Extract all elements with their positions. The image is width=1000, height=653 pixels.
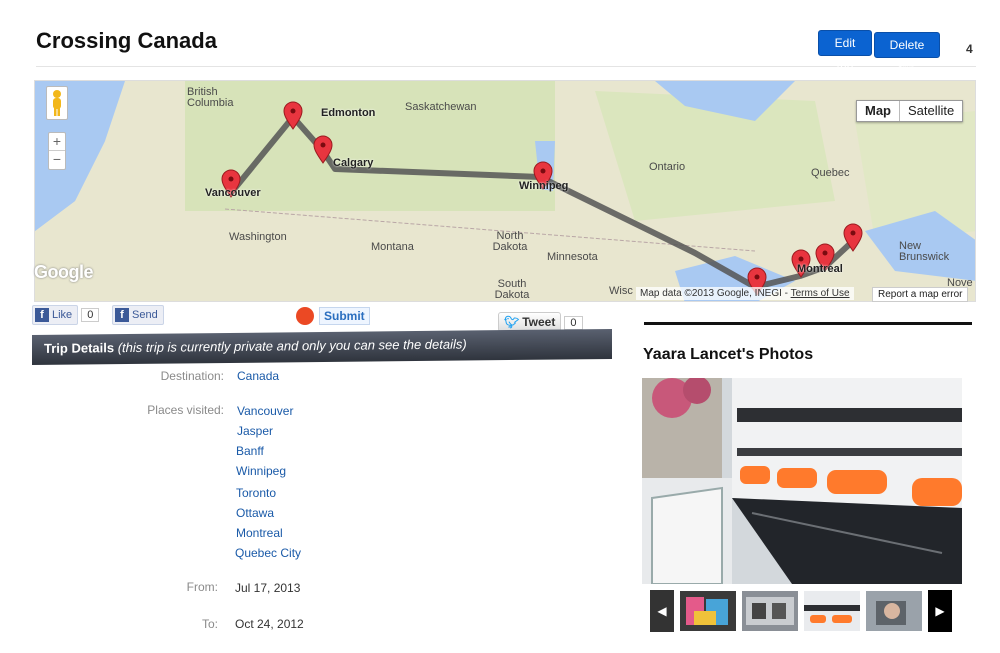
place-link[interactable]: Toronto (236, 486, 276, 500)
destination-value[interactable]: Canada (237, 369, 279, 383)
street-view-pegman[interactable] (46, 86, 68, 120)
from-label: From: (186, 580, 218, 594)
map-label-montreal: Montreal (797, 263, 843, 275)
title-divider (36, 66, 976, 67)
map-label-calgary: Calgary (333, 157, 374, 169)
edit-trip-button[interactable]: Edit trip (818, 30, 872, 74)
map-attribution-text: Map data ©2013 Google, INEGI - (640, 288, 791, 299)
submit-label: Submit (319, 307, 370, 325)
facebook-send-button[interactable]: f Send (112, 305, 164, 325)
facebook-send: f Send (112, 305, 164, 325)
main-photo[interactable] (642, 378, 962, 584)
place-link[interactable]: Montreal (236, 526, 283, 540)
zoom-out-button[interactable]: − (49, 151, 65, 168)
thumbnail[interactable] (680, 591, 736, 631)
map-label-north-dakota: North Dakota (492, 230, 528, 253)
cruise-ship-photo (642, 378, 962, 584)
map-label-vancouver: Vancouver (205, 187, 261, 199)
map-label-quebec: Quebec (811, 167, 850, 179)
thumbnail[interactable] (804, 591, 860, 631)
destination-label: Destination: (160, 369, 224, 383)
map-label-saskatchewan: Saskatchewan (405, 101, 477, 113)
zoom-control: + − (48, 132, 66, 170)
map-type-map[interactable]: Map (857, 101, 900, 121)
place-link[interactable]: Vancouver (237, 404, 293, 418)
map-label-british-columbia: British Columbia (187, 86, 234, 109)
report-map-error-link[interactable]: Report a map error (872, 287, 969, 302)
photo-thumbnails: ◀ ▶ (650, 590, 952, 632)
place-link[interactable]: Jasper (237, 424, 273, 438)
map-type-satellite[interactable]: Satellite (900, 101, 962, 121)
next-photo-button[interactable]: ▶ (928, 590, 952, 632)
to-date: Oct 24, 2012 (235, 617, 304, 631)
twitter-bird-icon: 🐦︎ (504, 315, 520, 329)
thumbnail[interactable] (742, 591, 798, 631)
map-label-south-dakota: South Dakota (494, 278, 530, 301)
send-label: Send (132, 309, 158, 321)
tweet-label: Tweet (522, 315, 556, 329)
place-link[interactable]: Quebec City (235, 546, 301, 560)
map-label-wisc: Wisc (609, 285, 633, 297)
place-link[interactable]: Winnipeg (236, 464, 286, 478)
facebook-icon: f (115, 308, 129, 322)
page-title: Crossing Canada (36, 28, 217, 53)
google-logo: Google (34, 262, 94, 282)
prev-photo-button[interactable]: ◀ (650, 590, 674, 632)
places-visited-label: Places visited: (147, 403, 224, 417)
stumbleupon-submit-button[interactable]: Submit (296, 307, 370, 325)
map-label-montana: Montana (371, 241, 414, 253)
trip-map[interactable]: British Columbia Edmonton Saskatchewan C… (34, 80, 976, 302)
facebook-icon: f (35, 308, 49, 322)
map-label-new-brunswick: New Brunswick (899, 240, 950, 263)
tweet-count: 0 (564, 316, 583, 330)
zoom-in-button[interactable]: + (49, 133, 65, 151)
chevron-right-icon: ▶ (935, 604, 945, 618)
thumbnail[interactable] (866, 591, 922, 631)
photos-title: Yaara Lancet's Photos (643, 346, 814, 363)
stumbleupon-icon (296, 307, 314, 325)
like-label: Like (52, 309, 73, 321)
map-attribution: Map data ©2013 Google, INEGI - Terms of … (636, 287, 854, 300)
map-label-winnipeg: Winnipeg (519, 180, 569, 192)
map-label-edmonton: Edmonton (321, 107, 376, 119)
from-date: Jul 17, 2013 (235, 581, 301, 595)
stumbleupon-submit: Submit (296, 307, 370, 327)
photos-divider (644, 322, 972, 325)
place-link[interactable]: Banff (236, 444, 264, 458)
corner-mark: 4 (966, 42, 973, 56)
trip-details-title: Trip Details (44, 340, 115, 356)
terms-of-use-link[interactable]: Terms of Use (791, 288, 850, 299)
delete-trip-button[interactable]: Delete trip (874, 32, 940, 76)
map-label-ontario: Ontario (649, 161, 686, 173)
place-link[interactable]: Ottawa (236, 506, 274, 520)
pegman-icon (53, 90, 61, 116)
like-count: 0 (81, 308, 100, 322)
to-label: To: (201, 617, 218, 631)
trip-details-header: Trip Details (this trip is currently pri… (32, 328, 612, 366)
chevron-left-icon: ◀ (657, 604, 667, 618)
map-label-washington: Washington (229, 231, 287, 243)
trip-details-note: (this trip is currently private and only… (117, 336, 467, 356)
facebook-like: f Like 0 (32, 305, 100, 325)
map-label-minnesota: Minnesota (547, 251, 598, 263)
map-type-control: Map Satellite (856, 100, 964, 122)
facebook-like-button[interactable]: f Like (32, 305, 79, 325)
